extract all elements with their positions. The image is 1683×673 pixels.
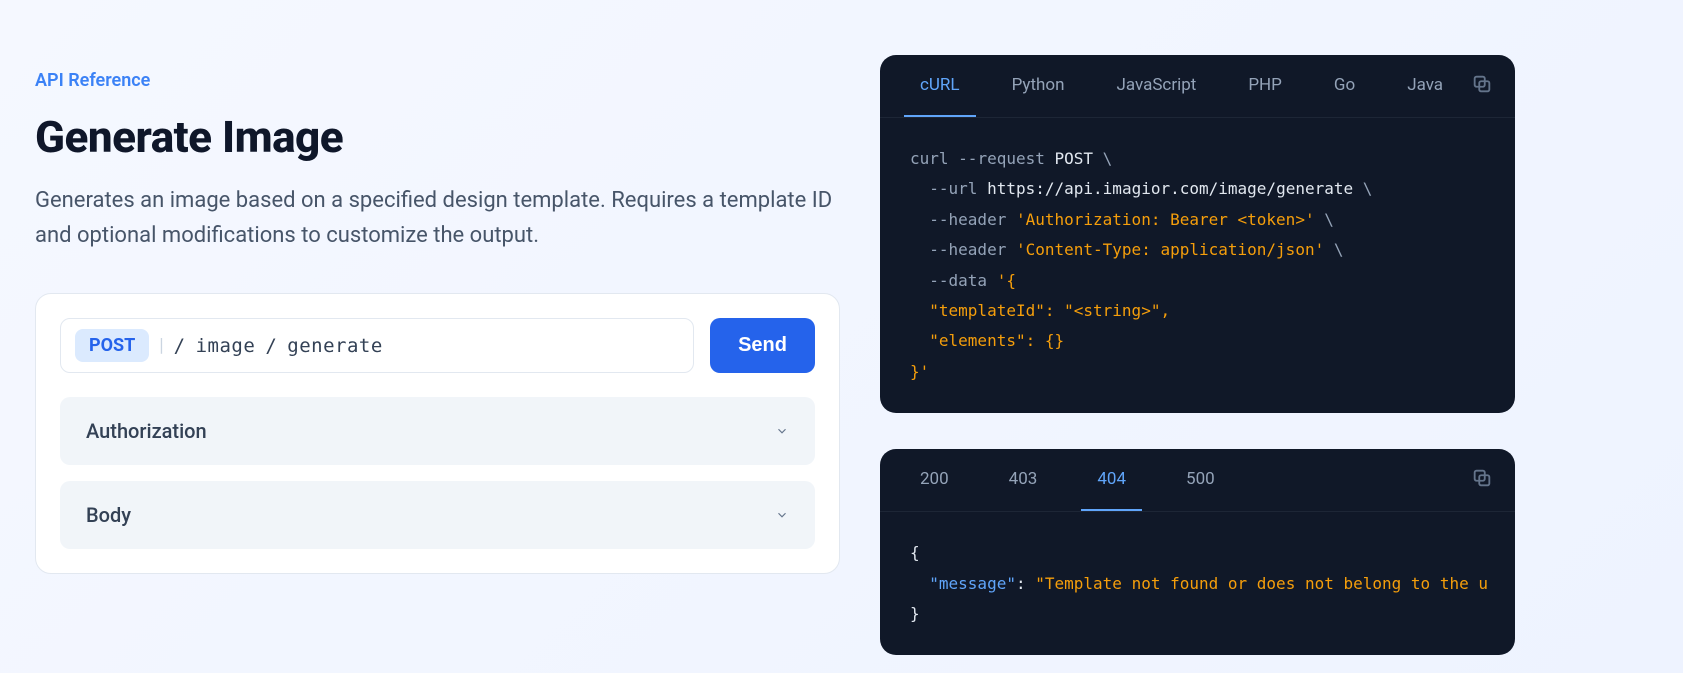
request-code-block: cURL Python JavaScript PHP Go Java curl … (880, 55, 1515, 413)
tab-200[interactable]: 200 (904, 449, 965, 511)
code-token: \ (1353, 179, 1372, 198)
code-token: 'Authorization: Bearer <token>' (1006, 210, 1314, 229)
code-token: https://api.imagior.com/image/generate (987, 179, 1353, 198)
method-badge: POST (75, 329, 149, 362)
tab-javascript[interactable]: JavaScript (1100, 55, 1212, 117)
tab-python[interactable]: Python (996, 55, 1081, 117)
path-divider: | (159, 335, 163, 356)
code-token: "message" (910, 574, 1016, 593)
path-segment-2: generate (287, 335, 383, 357)
code-token: { (910, 543, 920, 562)
tab-php[interactable]: PHP (1232, 55, 1298, 117)
code-token: '{ (987, 271, 1016, 290)
path-slash: / (174, 335, 186, 357)
tab-go[interactable]: Go (1318, 55, 1371, 117)
response-code-content: { "message": "Template not found or does… (880, 512, 1515, 655)
path-segment-1: image (196, 335, 256, 357)
path-slash: / (265, 335, 277, 357)
code-token: \ (1315, 210, 1334, 229)
endpoint-input[interactable]: POST | / image / generate (60, 318, 694, 373)
code-token: --url (910, 179, 977, 198)
code-token: "elements": {} (910, 331, 1064, 350)
authorization-label: Authorization (86, 419, 207, 443)
send-button[interactable]: Send (710, 318, 815, 373)
code-token: : (1016, 574, 1035, 593)
code-token: --data (910, 271, 987, 290)
code-token: curl (910, 149, 949, 168)
chevron-down-icon (775, 508, 789, 522)
tab-404[interactable]: 404 (1081, 449, 1142, 511)
code-token: --request (958, 149, 1045, 168)
language-tabs: cURL Python JavaScript PHP Go Java (880, 55, 1515, 118)
code-token: "Template not found or does not belong t… (1035, 574, 1488, 593)
body-section[interactable]: Body (60, 481, 815, 549)
status-tabs: 200 403 404 500 (880, 449, 1515, 512)
code-token: --header (910, 210, 1006, 229)
page-description: Generates an image based on a specified … (35, 183, 840, 253)
copy-icon[interactable] (1471, 73, 1493, 95)
code-token: } (910, 604, 920, 623)
copy-icon[interactable] (1471, 467, 1493, 489)
authorization-section[interactable]: Authorization (60, 397, 815, 465)
body-label: Body (86, 503, 131, 527)
code-token: "templateId": "<string>", (910, 301, 1170, 320)
code-token: \ (1324, 240, 1343, 259)
request-card: POST | / image / generate Send Authoriza… (35, 293, 840, 574)
code-token: --header (910, 240, 1006, 259)
tab-java[interactable]: Java (1391, 55, 1459, 117)
tab-curl[interactable]: cURL (904, 55, 976, 117)
request-code-content: curl --request POST \ --url https://api.… (880, 118, 1515, 413)
page-title: Generate Image (35, 111, 840, 163)
tab-500[interactable]: 500 (1170, 449, 1231, 511)
breadcrumb[interactable]: API Reference (35, 70, 840, 91)
chevron-down-icon (775, 424, 789, 438)
code-token: \ (1093, 149, 1112, 168)
tab-403[interactable]: 403 (993, 449, 1054, 511)
code-token: }' (910, 362, 929, 381)
response-code-block: 200 403 404 500 { "message": "Template n… (880, 449, 1515, 655)
code-token: POST (1055, 149, 1094, 168)
code-token: 'Content-Type: application/json' (1006, 240, 1324, 259)
